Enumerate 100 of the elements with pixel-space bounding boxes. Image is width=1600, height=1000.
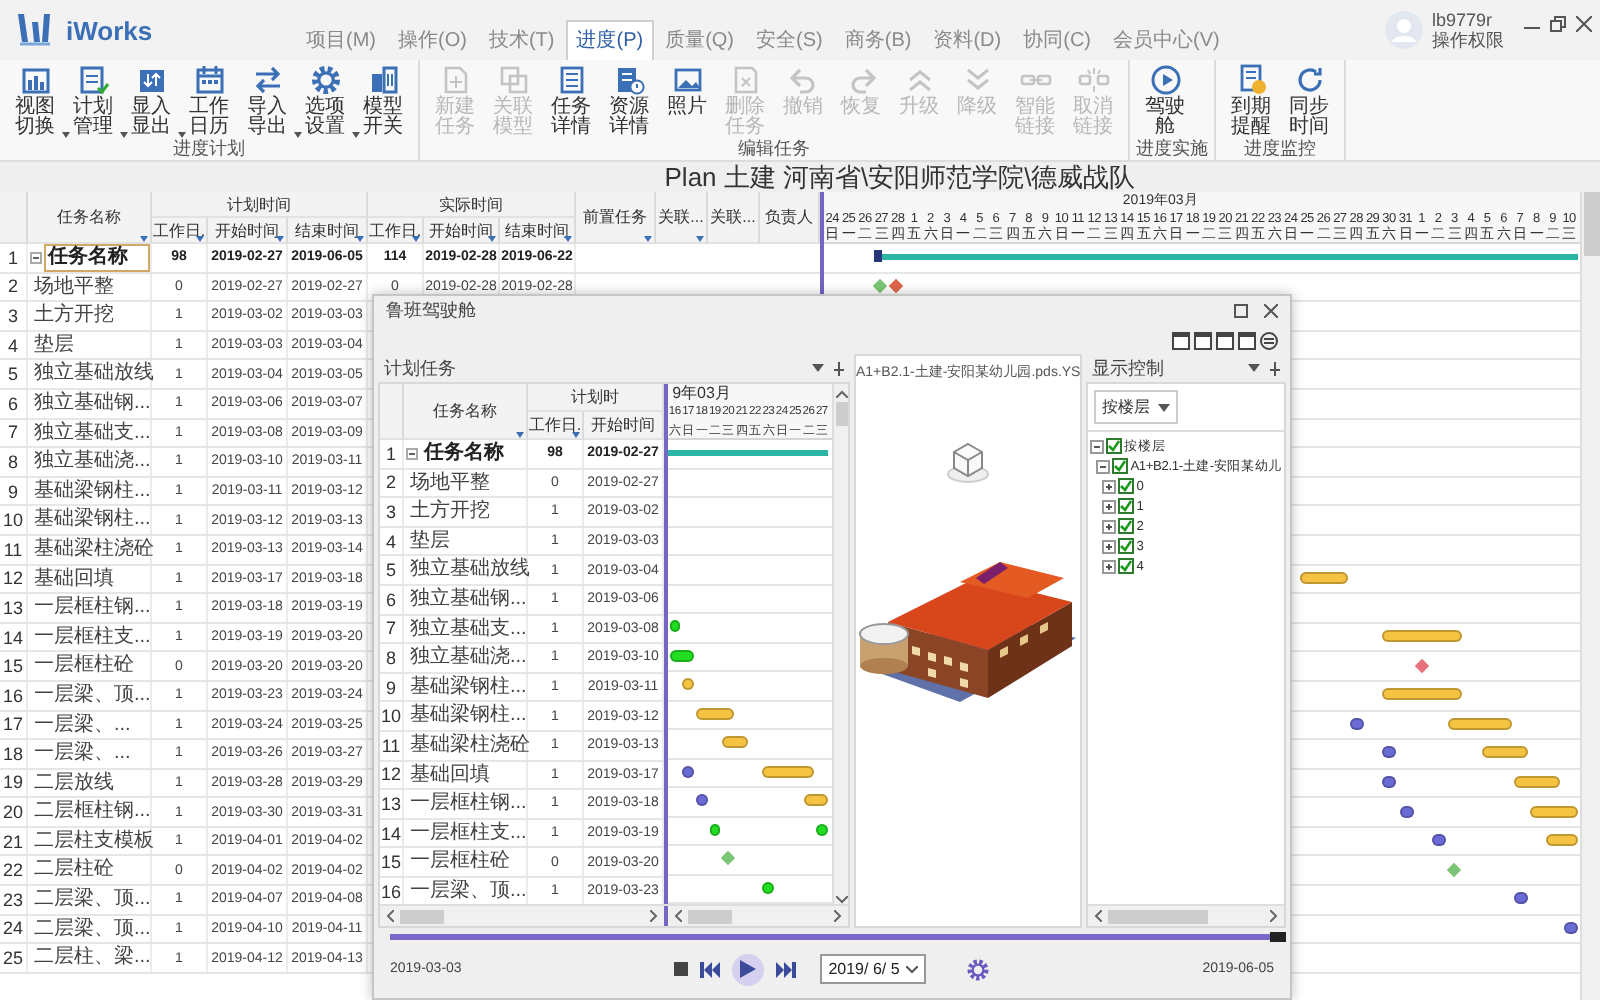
ribbon-group-label: 进度计划	[171, 138, 247, 160]
task-name[interactable]: 独立基础支...	[406, 615, 529, 643]
ribbon-button[interactable]: 驾驶舱	[1136, 60, 1194, 138]
task-name[interactable]: 基础梁钢柱...	[30, 477, 153, 505]
task-name[interactable]: 一层框柱支...	[406, 819, 529, 847]
task-name[interactable]: 独立基础钢...	[406, 585, 529, 614]
task-name[interactable]: 场地平整	[30, 273, 150, 301]
date-picker[interactable]: 2019/ 6/ 5	[820, 954, 926, 984]
row-number: 17	[0, 711, 28, 739]
row-number: 5	[0, 360, 28, 388]
column-group-header: 实际时间	[368, 192, 576, 218]
task-name[interactable]: 二层梁、顶...	[30, 886, 153, 914]
task-name[interactable]: 二层柱、梁...	[30, 944, 153, 972]
task-name[interactable]: 一层框柱砼	[30, 652, 150, 680]
task-name[interactable]: 一层梁、...	[30, 740, 150, 768]
row-number: 15	[380, 848, 404, 876]
row-number: 9	[0, 477, 28, 505]
row-number: 20	[0, 798, 28, 826]
ribbon-button[interactable]: 显入显出	[122, 60, 180, 138]
row-number: 6	[0, 389, 28, 418]
task-name[interactable]: 二层梁、顶...	[30, 915, 153, 943]
column-header[interactable]: 关联...	[656, 192, 708, 244]
column-header[interactable]: 开始时间	[208, 218, 288, 244]
ribbon-button[interactable]: 视图切换	[6, 60, 64, 138]
row-number: 2	[0, 273, 28, 301]
task-name[interactable]: 基础梁钢柱...	[30, 506, 153, 534]
task-name[interactable]: 任务名称	[420, 440, 526, 468]
column-header[interactable]: 关联...	[708, 192, 760, 244]
row-number: 1	[380, 440, 404, 468]
row-number: 11	[380, 731, 404, 760]
task-name[interactable]: 一层梁、顶...	[406, 877, 529, 904]
task-name[interactable]: 二层框柱钢...	[30, 798, 153, 826]
column-header[interactable]: 任务名称	[404, 384, 528, 440]
task-name[interactable]: 场地平整	[406, 469, 526, 497]
task-name[interactable]: 一层框柱砼	[406, 848, 526, 876]
task-name[interactable]: 独立基础放线	[30, 360, 156, 388]
row-number: 4	[380, 527, 404, 555]
task-name[interactable]: 基础梁钢柱...	[406, 673, 529, 701]
row-number: 15	[0, 652, 28, 680]
row-number: 6	[380, 585, 404, 614]
row-number: 25	[0, 944, 28, 972]
task-name[interactable]: 独立基础放线	[406, 556, 532, 584]
panel-title: 显示控制	[1092, 355, 1167, 381]
row-number: 21	[0, 827, 28, 855]
task-name[interactable]: 一层梁、...	[30, 711, 150, 739]
task-name[interactable]: 基础回填	[30, 565, 150, 593]
layer-mode-dropdown[interactable]: 按楼层	[1094, 390, 1179, 424]
row-number: 3	[380, 498, 404, 526]
task-name[interactable]: 独立基础支...	[30, 419, 153, 447]
task-name[interactable]: 一层框柱钢...	[30, 594, 153, 622]
app-name: iWorks	[66, 15, 153, 45]
column-header[interactable]: 结束时间	[288, 218, 368, 244]
ribbon-button[interactable]: 导入导出	[238, 60, 296, 138]
task-name[interactable]: 基础梁柱浇砼	[30, 535, 156, 564]
column-header[interactable]: 工作日.	[368, 218, 424, 244]
column-header[interactable]: 工作日.	[152, 218, 208, 244]
task-name[interactable]: 一层梁、顶...	[30, 681, 153, 709]
ribbon-button[interactable]: 任务详情	[542, 60, 600, 138]
column-header[interactable]: 开始时间	[424, 218, 500, 244]
task-name[interactable]: 二层柱砼	[30, 856, 150, 885]
month-label: 9年03月	[670, 384, 733, 404]
task-name[interactable]: 一层框柱钢...	[406, 790, 529, 818]
task-name[interactable]: 基础梁柱浇砼	[406, 731, 532, 760]
window-title: 鲁班驾驶舱	[386, 298, 478, 324]
row-number: 12	[0, 565, 28, 593]
task-name[interactable]: 垫层	[406, 527, 526, 555]
task-name[interactable]: 二层放线	[30, 769, 150, 797]
ribbon-button[interactable]: 工作日历	[180, 60, 238, 138]
row-number: 5	[380, 556, 404, 584]
ribbon-button[interactable]: 到期提醒	[1222, 60, 1280, 138]
ribbon-button[interactable]: 资源详情	[600, 60, 658, 138]
task-name[interactable]: 基础梁钢柱...	[406, 702, 529, 730]
task-name[interactable]: 土方开挖	[406, 498, 526, 526]
ribbon-button[interactable]: 选项设置	[296, 60, 354, 138]
row-number: 3	[0, 302, 28, 330]
row-number: 4	[0, 331, 28, 359]
row-number: 10	[380, 702, 404, 730]
task-name[interactable]: 独立基础浇...	[30, 448, 153, 476]
task-name[interactable]: 土方开挖	[30, 302, 150, 330]
column-header[interactable]: 前置任务	[576, 192, 656, 244]
ribbon-group-label: 进度监控	[1242, 138, 1318, 160]
task-name[interactable]: 基础回填	[406, 761, 526, 789]
ribbon-button[interactable]: 模型开关	[354, 60, 412, 138]
task-name[interactable]: 一层框柱支...	[30, 623, 153, 651]
ribbon-button[interactable]: 同步时间	[1280, 60, 1338, 138]
task-name[interactable]: 独立基础浇...	[406, 644, 529, 672]
row-number: 13	[0, 594, 28, 622]
ribbon-button[interactable]: 照片	[658, 60, 716, 138]
ribbon-button[interactable]: 计划管理	[64, 60, 122, 138]
task-name[interactable]: 任务名称	[44, 244, 150, 272]
column-header[interactable]: 任务名称	[28, 192, 152, 244]
column-header[interactable]: 结束时间	[500, 218, 576, 244]
user-name: lb9779r	[1432, 9, 1495, 30]
task-name[interactable]: 二层柱支模板	[30, 827, 156, 855]
row-number: 8	[0, 448, 28, 476]
column-header[interactable]: 工作日.	[528, 412, 584, 440]
ribbon-group-label: 编辑任务	[736, 138, 812, 160]
menu-tab[interactable]: 进度(P)	[566, 20, 654, 60]
task-name[interactable]: 独立基础钢...	[30, 389, 153, 418]
task-name[interactable]: 垫层	[30, 331, 150, 359]
